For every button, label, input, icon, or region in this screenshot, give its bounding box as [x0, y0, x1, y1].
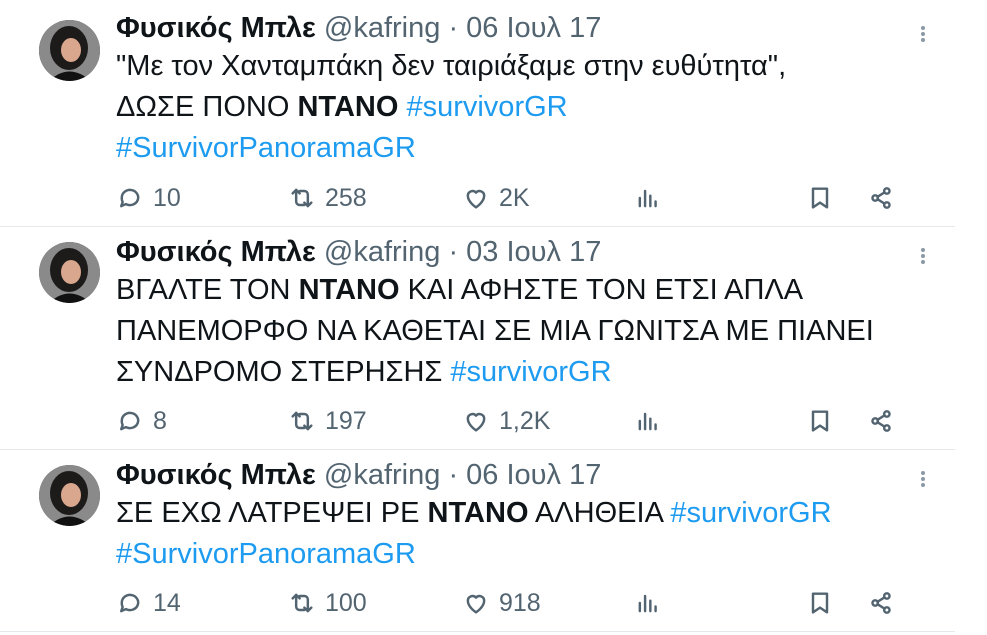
reply-count: 14	[153, 588, 181, 617]
bookmark-button[interactable]	[806, 405, 834, 437]
retweet-button[interactable]: 197	[288, 405, 367, 437]
views-icon	[638, 412, 657, 431]
hashtag-link[interactable]: #survivorGR	[450, 356, 611, 388]
bold-text: ΝΤΑΝΟ	[298, 274, 400, 306]
tweet-header: Φυσικός Μπλε @kafring · 06 Ιουλ 17	[116, 457, 955, 493]
reply-count: 10	[153, 183, 181, 212]
separator: ·	[448, 459, 459, 491]
avatar[interactable]	[39, 242, 100, 303]
share-button[interactable]	[867, 182, 895, 214]
tweet-feed: Φυσικός Μπλε @kafring · 06 Ιουλ 17 "Με τ…	[0, 0, 955, 632]
like-count: 918	[499, 588, 541, 617]
separator: ·	[448, 12, 459, 44]
reply-icon	[120, 593, 140, 613]
share-button[interactable]	[867, 405, 895, 437]
share-icon	[871, 592, 891, 614]
bookmark-icon	[811, 592, 829, 614]
like-button[interactable]: 2K	[462, 182, 530, 214]
bookmark-button[interactable]	[806, 587, 834, 619]
bold-text: ΝΤΑΝΟ	[427, 497, 529, 529]
display-name[interactable]: Φυσικός Μπλε	[116, 459, 316, 491]
bold-text: ΝΤΑΝΟ	[297, 91, 399, 123]
reply-count: 8	[153, 406, 167, 435]
reply-icon	[120, 411, 140, 431]
views-button[interactable]	[634, 587, 662, 619]
retweet-count: 100	[325, 588, 367, 617]
hashtag-link[interactable]: #survivorGR	[406, 91, 567, 123]
like-button[interactable]: 918	[462, 587, 541, 619]
hashtag-link[interactable]: #SurvivorPanoramaGR	[116, 538, 416, 570]
tweet-actions: 8 197 1,2K	[116, 405, 955, 437]
reply-button[interactable]: 10	[116, 182, 181, 214]
bookmark-icon	[811, 410, 829, 432]
display-name[interactable]: Φυσικός Μπλε	[116, 12, 316, 44]
avatar[interactable]	[39, 465, 100, 526]
user-handle[interactable]: @kafring	[324, 459, 440, 491]
retweet-icon	[291, 188, 313, 208]
share-icon	[871, 410, 891, 432]
tweet[interactable]: Φυσικός Μπλε @kafring · 03 Ιουλ 17 ΒΓΑΛΤ…	[0, 227, 955, 450]
tweet-header: Φυσικός Μπλε @kafring · 03 Ιουλ 17	[116, 234, 955, 270]
reply-button[interactable]: 8	[116, 405, 167, 437]
tweet[interactable]: Φυσικός Μπλε @kafring · 06 Ιουλ 17 "Με τ…	[0, 0, 955, 227]
reply-button[interactable]: 14	[116, 587, 181, 619]
like-count: 1,2K	[499, 406, 551, 435]
user-handle[interactable]: @kafring	[324, 12, 440, 44]
like-count: 2K	[499, 183, 530, 212]
more-icon[interactable]	[913, 246, 933, 266]
tweet-actions: 14 100 918	[116, 587, 955, 619]
heart-icon	[466, 189, 486, 209]
reply-icon	[120, 188, 140, 208]
tweet-header: Φυσικός Μπλε @kafring · 06 Ιουλ 17	[116, 10, 955, 46]
views-button[interactable]	[634, 182, 662, 214]
hashtag-link[interactable]: #survivorGR	[670, 497, 831, 529]
views-icon	[638, 594, 657, 613]
retweet-count: 258	[325, 183, 367, 212]
like-button[interactable]: 1,2K	[462, 405, 550, 437]
heart-icon	[466, 594, 486, 614]
user-handle[interactable]: @kafring	[324, 236, 440, 268]
retweet-icon	[291, 411, 313, 431]
more-icon[interactable]	[913, 24, 933, 44]
tweet[interactable]: Φυσικός Μπλε @kafring · 06 Ιουλ 17 ΣΕ ΕΧ…	[0, 450, 955, 632]
hashtag-link[interactable]: #SurvivorPanoramaGR	[116, 132, 416, 164]
tweet-actions: 10 258 2K	[116, 182, 955, 214]
share-icon	[871, 187, 891, 209]
tweet-date[interactable]: 03 Ιουλ 17	[466, 236, 601, 268]
tweet-text: ΒΓΑΛΤΕ ΤΟΝ ΝΤΑΝΟ ΚΑΙ ΑΦΗΣΤΕ ΤΟΝ ΕΤΣΙ ΑΠΛ…	[116, 270, 955, 393]
separator: ·	[448, 236, 459, 268]
tweet-date[interactable]: 06 Ιουλ 17	[466, 12, 601, 44]
more-icon[interactable]	[913, 469, 933, 489]
tweet-text: ΣΕ ΕΧΩ ΛΑΤΡΕΨΕΙ ΡΕ ΝΤΑΝΟ ΑΛΗΘΕΙΑ #surviv…	[116, 493, 955, 575]
retweet-button[interactable]: 258	[288, 182, 367, 214]
avatar[interactable]	[39, 20, 100, 81]
text-run: ΑΛΗΘΕΙΑ	[528, 497, 671, 529]
retweet-icon	[291, 593, 313, 613]
share-button[interactable]	[867, 587, 895, 619]
tweet-text: "Με τον Χανταμπάκη δεν ταιριάξαμε στην ε…	[116, 46, 955, 169]
retweet-button[interactable]: 100	[288, 587, 367, 619]
views-icon	[638, 189, 657, 208]
text-run: ΣΕ ΕΧΩ ΛΑΤΡΕΨΕΙ ΡΕ	[116, 497, 428, 529]
heart-icon	[466, 412, 486, 432]
tweet-date[interactable]: 06 Ιουλ 17	[466, 459, 601, 491]
views-button[interactable]	[634, 405, 662, 437]
text-run: ΒΓΑΛΤΕ ΤΟΝ	[116, 274, 299, 306]
bookmark-button[interactable]	[806, 182, 834, 214]
display-name[interactable]: Φυσικός Μπλε	[116, 236, 316, 268]
retweet-count: 197	[325, 406, 367, 435]
bookmark-icon	[811, 187, 829, 209]
